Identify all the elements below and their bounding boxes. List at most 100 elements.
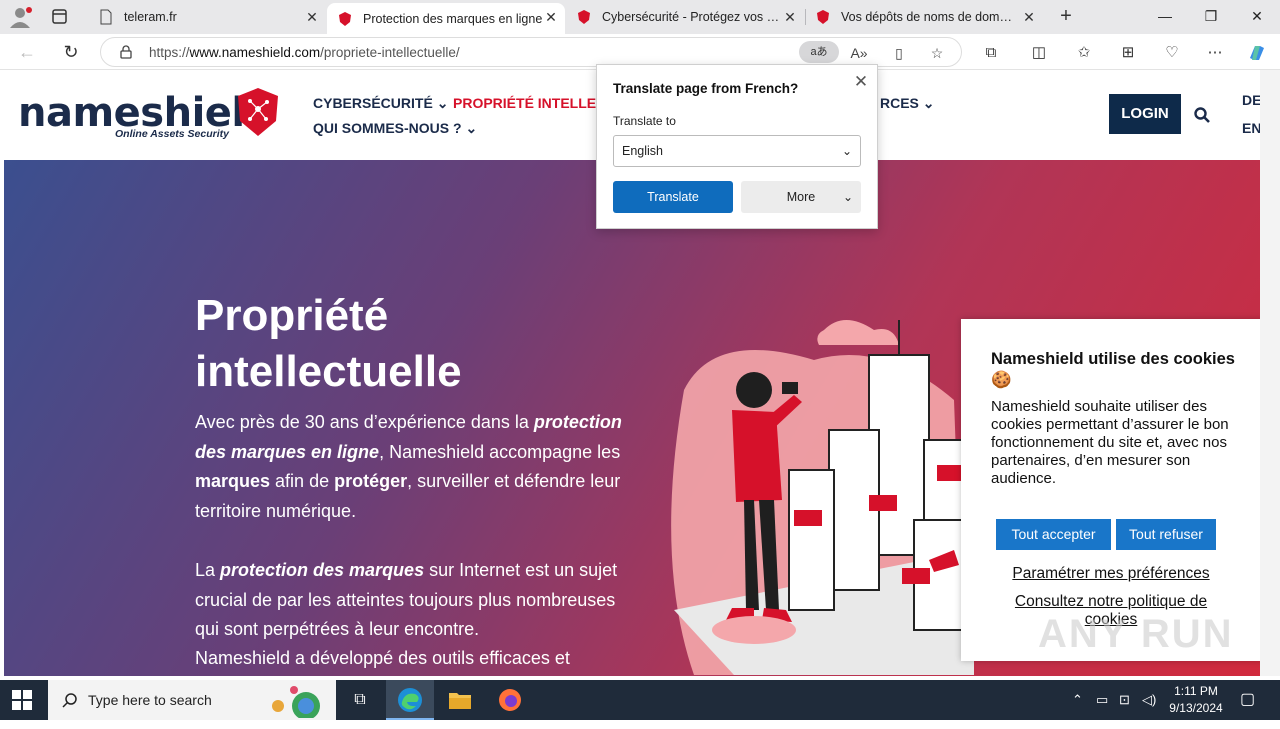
battery-icon[interactable]: ▭ — [1096, 692, 1108, 708]
menu-ressources[interactable]: RCES ⌄ — [880, 95, 935, 112]
chevron-down-icon: ⌄ — [842, 190, 853, 204]
translate-to-label: Translate to — [613, 114, 676, 128]
settings-more-icon[interactable]: ⋯ — [1204, 42, 1226, 64]
more-options-button[interactable]: More ⌄ — [741, 181, 861, 213]
translate-button[interactable]: Translate — [613, 181, 733, 213]
folder-icon — [449, 693, 471, 709]
firefox-icon — [499, 689, 521, 711]
accept-all-button[interactable]: Tout accepter — [996, 519, 1111, 550]
translate-icon[interactable]: aあ — [799, 41, 839, 63]
strong: marques — [195, 471, 271, 491]
browser-essentials-icon[interactable]: ♡ — [1161, 42, 1183, 64]
menu-qui-sommes-nous[interactable]: QUI SOMMES-NOUS ? ⌄ — [313, 120, 477, 137]
split-screen-icon[interactable]: ◫ — [1028, 42, 1050, 64]
hero-title: Propriété intellectuelle — [195, 291, 462, 396]
close-tab-icon[interactable]: ✕ — [304, 9, 320, 25]
search-placeholder: Type here to search — [88, 692, 212, 708]
tab-cybersecurite[interactable]: Cybersécurité - Protégez vos nom ✕ — [566, 3, 804, 31]
favorite-star-icon[interactable]: ☆ — [927, 43, 947, 63]
close-tab-icon[interactable]: ✕ — [543, 9, 559, 25]
menu-label: CYBERSÉCURITÉ — [313, 95, 433, 111]
emphasis: protection des marques — [220, 560, 425, 580]
extensions-icon[interactable]: ⧉ — [980, 42, 1002, 64]
task-view-icon[interactable]: ⧉ — [336, 680, 384, 720]
hero-paragraph-1: Avec près de 30 ans d’expérience dans la… — [195, 408, 635, 526]
chevron-down-icon: ⌄ — [922, 95, 935, 111]
lang-de-link[interactable]: DE — [1242, 92, 1260, 108]
text: La — [195, 560, 221, 580]
search-icon — [62, 693, 77, 708]
nameshield-favicon-icon — [578, 10, 590, 24]
page-scrollbar[interactable] — [1260, 70, 1280, 676]
url-text[interactable]: https://www.nameshield.com/propriete-int… — [149, 45, 460, 60]
favorites-icon[interactable]: ✩ — [1073, 42, 1095, 64]
tab-teleram[interactable]: teleram.fr ✕ — [88, 3, 326, 31]
back-button[interactable]: ← — [14, 40, 40, 64]
notifications-icon[interactable]: ▢ — [1240, 689, 1255, 709]
refresh-button[interactable]: ↻ — [58, 40, 84, 64]
url-prefix: https:// — [149, 45, 190, 60]
taskbar-search[interactable]: Type here to search — [48, 680, 336, 720]
refuse-all-button[interactable]: Tout refuser — [1116, 519, 1216, 550]
url-host: www.nameshield.com — [189, 45, 321, 60]
hero-paragraph-2: La protection des marques sur Internet e… — [195, 556, 635, 645]
tab-title: teleram.fr — [124, 10, 177, 24]
tab-actions-icon[interactable] — [44, 7, 74, 27]
new-tab-button[interactable]: + — [1055, 6, 1077, 28]
menu-propriete-intellectuelle[interactable]: PROPRIÉTÉ INTELLECT — [453, 95, 615, 111]
file-explorer-icon[interactable] — [436, 680, 484, 720]
chevron-down-icon: ⌄ — [436, 95, 449, 111]
windows-taskbar: Type here to search ⧉ ⌃ ▭ ⊡ ◁) 1:11 PM 9… — [0, 680, 1280, 720]
tab-protection-marques[interactable]: Protection des marques en ligne ✕ — [327, 3, 565, 34]
address-bar[interactable]: https://www.nameshield.com/propriete-int… — [100, 37, 962, 67]
profile-icon[interactable] — [8, 5, 34, 29]
firefox-taskbar-icon[interactable] — [486, 680, 534, 720]
menu-cybersecurite[interactable]: CYBERSÉCURITÉ ⌄ — [313, 95, 448, 112]
selected-language: English — [622, 144, 663, 158]
page-icon — [100, 9, 112, 25]
language-select[interactable]: English ⌄ — [613, 135, 861, 167]
windows-start-icon[interactable] — [12, 690, 32, 710]
url-path: /propriete-intellectuelle/ — [320, 45, 460, 60]
tab-title: Protection des marques en ligne — [363, 11, 543, 26]
logo-shield-icon — [238, 88, 278, 136]
nameshield-favicon-icon — [817, 10, 829, 24]
system-clock[interactable]: 1:11 PM 9/13/2024 — [1160, 683, 1232, 717]
edge-icon — [398, 688, 422, 712]
tab-depots[interactable]: Vos dépôts de noms de domaine ✕ — [805, 3, 1043, 31]
preferences-link[interactable]: Paramétrer mes préférences — [991, 565, 1231, 583]
cookie-text: Nameshield souhaite utiliser des cookies… — [991, 398, 1229, 487]
immersive-reader-icon[interactable]: ▯ — [889, 43, 909, 63]
more-label: More — [786, 190, 816, 204]
search-highlight-icon — [272, 686, 320, 718]
close-window-button[interactable]: ✕ — [1242, 5, 1272, 27]
clock-date: 9/13/2024 — [1169, 701, 1223, 715]
anyrun-watermark: ANY RUN — [1038, 612, 1234, 656]
menu-label: PROPRIÉTÉ INTELLECT — [453, 95, 615, 111]
lang-en-link[interactable]: EN — [1242, 120, 1260, 136]
strong: protéger — [334, 471, 408, 491]
close-icon[interactable]: ✕ — [852, 73, 870, 91]
tab-title: Vos dépôts de noms de domaine — [841, 10, 1016, 24]
volume-icon[interactable]: ◁) — [1142, 692, 1156, 708]
network-icon[interactable]: ⊡ — [1119, 692, 1130, 708]
menu-label: RCES — [880, 95, 919, 111]
chevron-up-icon[interactable]: ⌃ — [1072, 692, 1083, 708]
translate-title: Translate page from French? — [613, 81, 799, 96]
text: , Nameshield accompagne les — [379, 441, 621, 462]
copilot-icon[interactable] — [1246, 42, 1268, 64]
close-tab-icon[interactable]: ✕ — [782, 9, 798, 25]
menu-label: QUI SOMMES-NOUS ? — [313, 120, 462, 136]
search-icon[interactable] — [1193, 106, 1211, 124]
chevron-down-icon: ⌄ — [841, 144, 852, 158]
login-button[interactable]: LOGIN — [1109, 94, 1181, 134]
read-aloud-icon[interactable]: A» — [849, 43, 869, 63]
edge-taskbar-icon[interactable] — [386, 680, 434, 720]
restore-button[interactable]: ❐ — [1196, 5, 1226, 27]
close-tab-icon[interactable]: ✕ — [1021, 9, 1037, 25]
collections-icon[interactable]: ⊞ — [1117, 42, 1139, 64]
chevron-down-icon: ⌄ — [465, 120, 478, 136]
minimize-button[interactable]: — — [1150, 5, 1180, 27]
lock-icon[interactable] — [119, 45, 133, 59]
clock-time: 1:11 PM — [1174, 684, 1218, 698]
